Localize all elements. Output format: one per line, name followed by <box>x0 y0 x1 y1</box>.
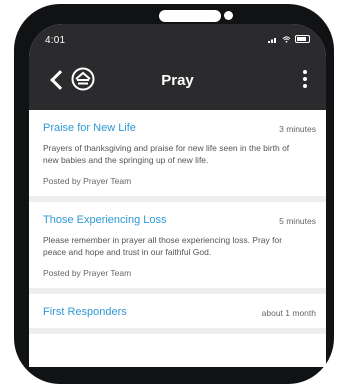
phone-camera <box>224 11 233 20</box>
item-body: Prayers of thanksgiving and praise for n… <box>43 143 290 165</box>
list-item[interactable]: First Responders about 1 month <box>29 294 326 334</box>
list-item[interactable]: Praise for New Life 3 minutes Prayers of… <box>29 110 326 202</box>
app-screen: 4:01 Pray Praise for New Life 3 minutes … <box>29 24 326 367</box>
item-time: 3 minutes <box>279 124 316 134</box>
wifi-icon <box>282 35 291 43</box>
status-bar: 4:01 <box>29 24 326 54</box>
item-time: about 1 month <box>261 308 316 318</box>
signal-icon <box>268 37 276 43</box>
prayer-list: Praise for New Life 3 minutes Prayers of… <box>29 110 326 334</box>
page-title: Pray <box>161 72 194 89</box>
battery-icon <box>295 35 310 43</box>
list-item[interactable]: Those Experiencing Loss 5 minutes Please… <box>29 202 326 294</box>
phone-speaker <box>159 10 221 22</box>
more-vertical-icon[interactable] <box>298 68 312 90</box>
item-title[interactable]: Those Experiencing Loss <box>43 214 316 226</box>
item-posted-by: Posted by Prayer Team <box>43 268 132 278</box>
item-posted-by: Posted by Prayer Team <box>43 176 132 186</box>
status-time: 4:01 <box>45 35 66 46</box>
status-icons <box>268 35 310 43</box>
item-title[interactable]: Praise for New Life <box>43 122 316 134</box>
app-header: 4:01 Pray <box>29 24 326 110</box>
item-time: 5 minutes <box>279 216 316 226</box>
item-body: Please remember in prayer all those expe… <box>43 235 283 257</box>
